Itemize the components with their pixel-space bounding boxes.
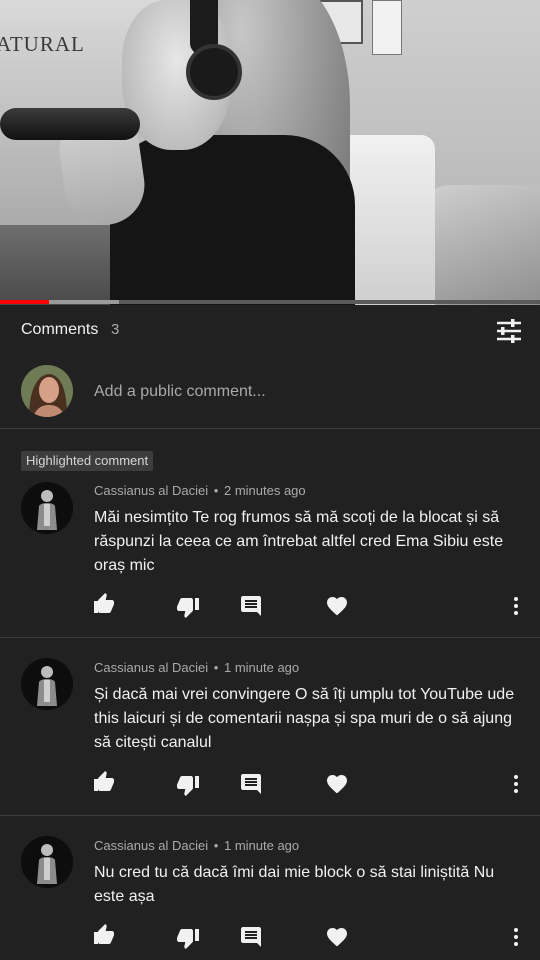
more-icon[interactable]: [504, 925, 528, 949]
meta-separator: •: [213, 660, 219, 675]
add-comment-row[interactable]: Add a public comment...: [0, 357, 540, 429]
like-icon[interactable]: [92, 770, 116, 794]
video-person-shirt: [110, 135, 355, 305]
more-icon[interactable]: [504, 772, 528, 796]
video-played-bar: [0, 300, 49, 304]
comment-author[interactable]: Cassianus al Daciei: [94, 483, 208, 498]
dislike-icon[interactable]: [176, 926, 200, 950]
video-shelf-text: ATURAL: [0, 32, 85, 56]
reply-icon[interactable]: [239, 594, 263, 618]
video-buffer-bar: [48, 300, 119, 304]
commenter-avatar[interactable]: [21, 658, 73, 710]
dislike-icon[interactable]: [176, 595, 200, 619]
video-wall-poster-small: [372, 0, 402, 55]
like-icon[interactable]: [92, 923, 116, 947]
comment-meta: Cassianus al Daciei • 1 minute ago: [94, 838, 299, 853]
comment-meta: Cassianus al Daciei • 2 minutes ago: [94, 483, 306, 498]
video-microphone: [0, 108, 140, 140]
comment-author[interactable]: Cassianus al Daciei: [94, 838, 208, 853]
comment-text: Măi nesimțito Te rog frumos să mă scoți …: [94, 509, 504, 574]
comment-text: Nu cred tu că dacă îmi dai mie block o s…: [94, 864, 495, 905]
comment-time: 1 minute ago: [223, 660, 300, 675]
meta-separator: •: [213, 838, 219, 853]
video-player[interactable]: ATURAL: [0, 0, 540, 305]
like-icon[interactable]: [92, 592, 116, 616]
comments-title: Comments: [21, 321, 99, 338]
sort-filter-icon[interactable]: [496, 319, 522, 343]
more-icon[interactable]: [504, 594, 528, 618]
comment-time: 2 minutes ago: [223, 483, 306, 498]
comment-author[interactable]: Cassianus al Daciei: [94, 660, 208, 675]
commenter-avatar[interactable]: [21, 836, 73, 888]
highlighted-comment-badge: Highlighted comment: [21, 451, 154, 471]
reply-icon[interactable]: [239, 925, 263, 949]
comments-count: 3: [111, 321, 120, 338]
heart-icon[interactable]: [325, 594, 349, 618]
video-progress-bar[interactable]: [0, 300, 540, 304]
comments-header: Comments 3: [0, 305, 540, 357]
dislike-icon[interactable]: [176, 773, 200, 797]
comment-meta: Cassianus al Daciei • 1 minute ago: [94, 660, 299, 675]
video-bed: [420, 185, 540, 305]
add-comment-input[interactable]: Add a public comment...: [94, 383, 266, 401]
meta-separator: •: [213, 483, 219, 498]
comment-item: Highlighted comment Cassianus al Daciei …: [0, 430, 540, 638]
video-headphone: [186, 44, 242, 100]
comment-time: 1 minute ago: [223, 838, 300, 853]
reply-icon[interactable]: [239, 772, 263, 796]
heart-icon[interactable]: [325, 925, 349, 949]
heart-icon[interactable]: [325, 772, 349, 796]
comment-text: Și dacă mai vrei convingere O să îți ump…: [94, 686, 515, 751]
comment-item: Cassianus al Daciei • 1 minute ago Nu cr…: [0, 816, 540, 960]
comment-item: Cassianus al Daciei • 1 minute ago Și da…: [0, 638, 540, 816]
user-avatar: [21, 365, 73, 417]
commenter-avatar[interactable]: [21, 482, 73, 534]
